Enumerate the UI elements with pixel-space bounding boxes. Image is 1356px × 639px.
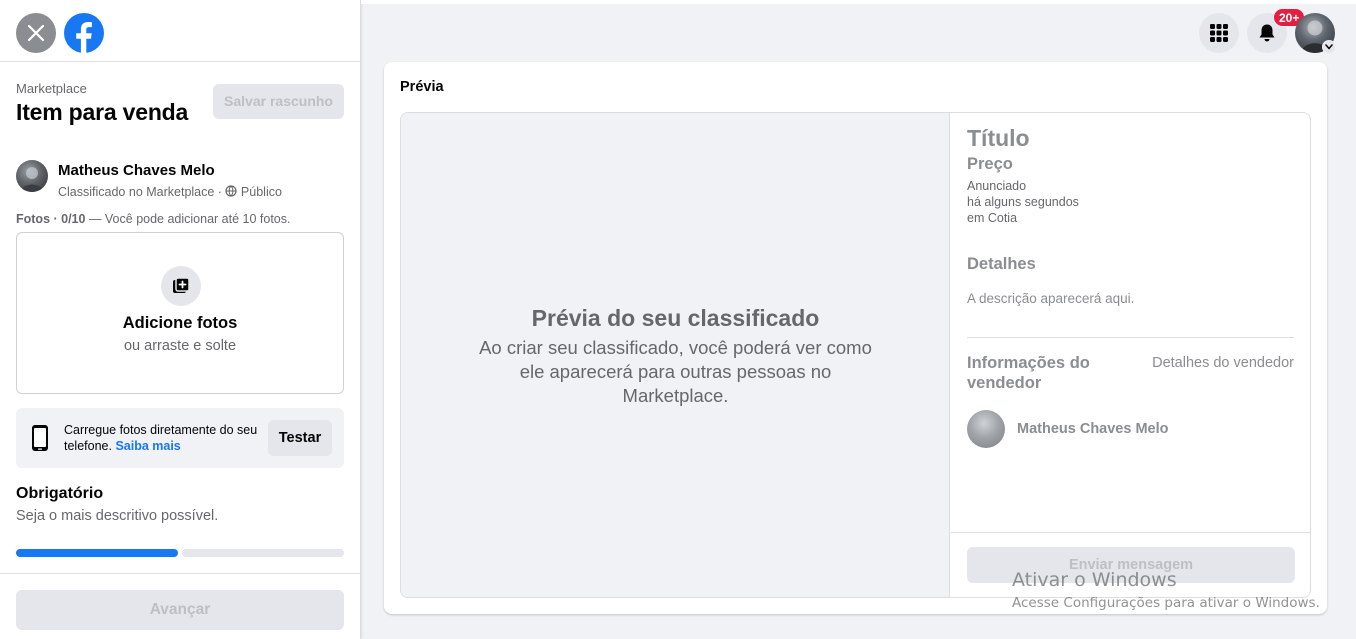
sidebar-header (0, 0, 360, 62)
add-photo-icon (161, 266, 201, 306)
preview-placeholder-description: Ao criar seu classificado, você poderá v… (479, 337, 872, 406)
topbar (361, 0, 1356, 4)
listed-time: há alguns segundos (967, 195, 1079, 209)
learn-more-link[interactable]: Saiba mais (115, 439, 180, 453)
preview-image-area: Prévia do seu classificado Ao criar seu … (401, 113, 950, 597)
windows-activation-title: Ativar o Windows (1012, 569, 1177, 591)
preview-info-panel: Título Preço Anunciado há alguns segundo… (951, 113, 1310, 597)
phone-icon (32, 425, 48, 451)
seller-details-link: Detalhes do vendedor (1152, 355, 1294, 371)
seller-avatar (967, 410, 1005, 448)
bell-icon (1259, 24, 1275, 42)
listed-label: Anunciado (967, 179, 1027, 193)
seller-name: Matheus Chaves Melo (1017, 421, 1169, 437)
account-menu-chevron[interactable] (1322, 40, 1336, 54)
preview-price: Preço (967, 155, 1013, 173)
progress-remaining (182, 549, 344, 557)
divider (967, 337, 1294, 338)
save-draft-button[interactable]: Salvar rascunho (213, 84, 344, 119)
page-title: Item para venda (16, 99, 189, 125)
add-photos-dropzone[interactable]: Adicione fotos ou arraste e solte (16, 232, 344, 394)
windows-activation-subtitle: Acesse Configurações para ativar o Windo… (1012, 595, 1320, 611)
divider (951, 532, 1310, 533)
privacy-label[interactable]: Público (241, 185, 282, 199)
listing-meta: Classificado no Marketplace · Público (58, 185, 282, 199)
preview-placeholder-title: Prévia do seu classificado (531, 305, 820, 331)
menu-button[interactable] (1199, 13, 1239, 53)
preview-card: Prévia Prévia do seu classificado Ao cri… (384, 62, 1327, 614)
seller-info-title: Informações do vendedor (967, 354, 1090, 392)
next-button[interactable]: Avançar (16, 590, 344, 630)
required-title: Obrigatório (16, 485, 104, 502)
required-subtitle: Seja o mais descritivo possível. (16, 508, 219, 524)
grid-menu-icon (1210, 24, 1228, 42)
details-title: Detalhes (967, 255, 1036, 273)
preview-title: Título (967, 125, 1030, 151)
preview-frame: Prévia do seu classificado Ao criar seu … (400, 112, 1311, 598)
user-name[interactable]: Matheus Chaves Melo (58, 162, 215, 179)
phone-upload-banner: Carregue fotos diretamente do seu telefo… (16, 408, 344, 468)
test-button[interactable]: Testar (268, 420, 332, 456)
chevron-down-icon (1325, 44, 1333, 50)
progress-bar (16, 549, 344, 557)
add-photos-title: Adicione fotos (122, 314, 238, 332)
close-button[interactable] (16, 13, 56, 53)
preview-listing-meta: Anunciado há alguns segundos em Cotia (967, 178, 1079, 226)
photos-label: Fotos · 0/10 — Você pode adicionar até 1… (16, 212, 291, 226)
globe-icon (225, 185, 238, 197)
avatar (16, 160, 48, 192)
phone-upload-text: Carregue fotos diretamente do seu telefo… (64, 423, 258, 453)
progress-fill (16, 549, 178, 557)
listed-location: em Cotia (967, 211, 1018, 225)
breadcrumb: Marketplace (16, 81, 87, 96)
details-description: A descrição aparecerá aqui. (967, 291, 1135, 306)
add-photos-subtitle: ou arraste e solte (123, 338, 237, 354)
preview-label: Prévia (400, 79, 444, 95)
sidebar: Marketplace Item para venda Salvar rascu… (0, 0, 361, 639)
facebook-logo-icon[interactable] (64, 13, 104, 53)
close-icon (27, 24, 45, 42)
divider (0, 573, 360, 574)
listing-type: Classificado no Marketplace · (58, 185, 226, 199)
